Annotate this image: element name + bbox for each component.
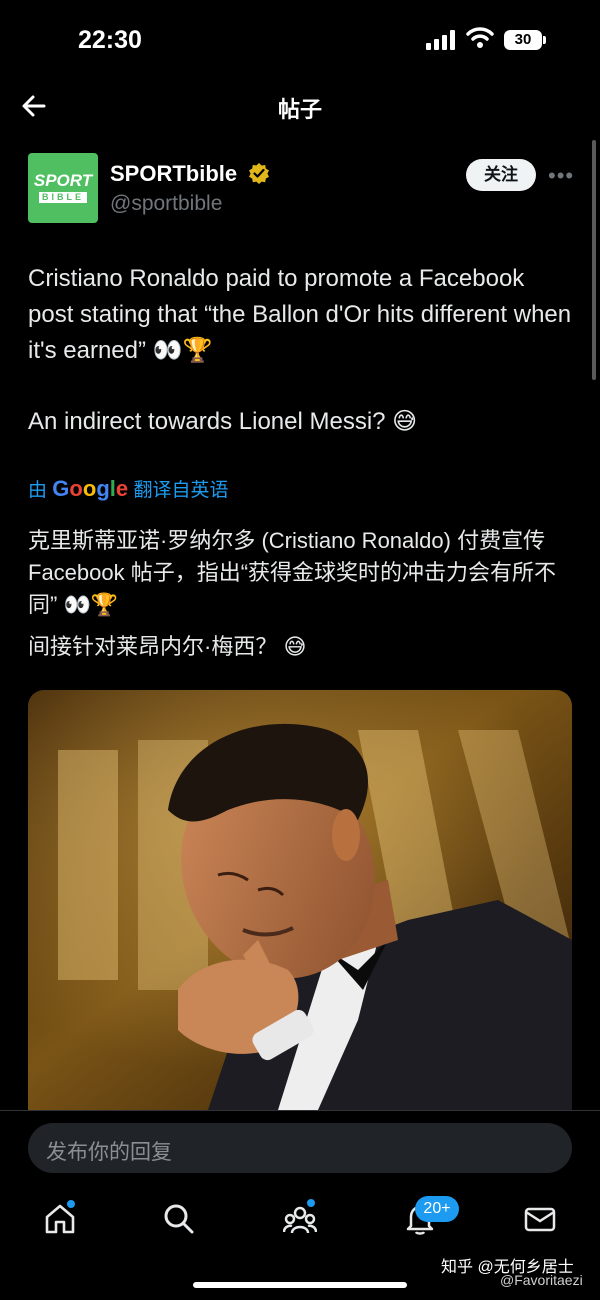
home-indicator[interactable] (193, 1282, 407, 1288)
post-text-english: Cristiano Ronaldo paid to promote a Face… (28, 265, 572, 364)
battery-indicator: 30 (504, 30, 542, 50)
watermark-handle: @Favoritaezi (500, 1272, 583, 1288)
logo-text-bible: BIBLE (39, 192, 87, 203)
post-detail: SPORT BIBLE SPORTbible @sportbible 关注 ••… (0, 135, 600, 1110)
communities-unread-dot (307, 1199, 315, 1207)
reply-placeholder: 发布你的回复 (46, 1141, 172, 1164)
more-options-icon[interactable]: ••• (548, 163, 574, 189)
search-icon[interactable] (162, 1202, 196, 1236)
bottom-navigation: 20+ 知乎 @无何乡居士 @Favoritaezi (0, 1188, 600, 1300)
translate-prefix: 由 (28, 480, 48, 501)
logo-text-sport: SPORT (33, 171, 93, 190)
home-unread-dot (67, 1200, 75, 1208)
follow-button[interactable]: 关注 (466, 159, 536, 191)
status-bar: 22:30 30 (0, 0, 600, 80)
post-text-translated: 克里斯蒂亚诺·罗纳尔多 (Cristiano Ronaldo) 付费宣传 Fac… (28, 528, 557, 617)
translate-suffix: 翻译自英语 (133, 480, 229, 501)
status-time: 22:30 (78, 26, 142, 54)
reply-bar: 发布你的回复 (0, 1110, 600, 1188)
messages-icon[interactable] (523, 1202, 557, 1236)
top-bar: 帖子 (0, 80, 600, 135)
post-text-english-2: An indirect towards Lionel Messi? 😅 (28, 408, 418, 435)
translation-label[interactable]: 由 Google 翻译自英语 (28, 475, 228, 502)
notification-badge: 20+ (415, 1196, 459, 1222)
post-photo-illustration (28, 690, 572, 1110)
verified-badge-icon (249, 163, 269, 184)
reply-input[interactable]: 发布你的回复 (28, 1123, 572, 1173)
communities-icon[interactable] (283, 1202, 317, 1236)
page-title: 帖子 (277, 97, 322, 122)
post-image[interactable] (28, 690, 572, 1110)
google-logo-icon: Google (52, 476, 129, 501)
author-name[interactable]: SPORTbible (110, 161, 237, 187)
author-handle[interactable]: @sportbible (110, 192, 222, 216)
signal-icon (426, 30, 455, 50)
scrollbar[interactable] (592, 140, 596, 380)
author-avatar[interactable]: SPORT BIBLE (28, 153, 98, 223)
post-text-translated-2: 间接针对莱昂内尔·梅西？ 😅 (28, 634, 307, 659)
battery-tip (543, 36, 546, 44)
wifi-icon (466, 27, 494, 48)
